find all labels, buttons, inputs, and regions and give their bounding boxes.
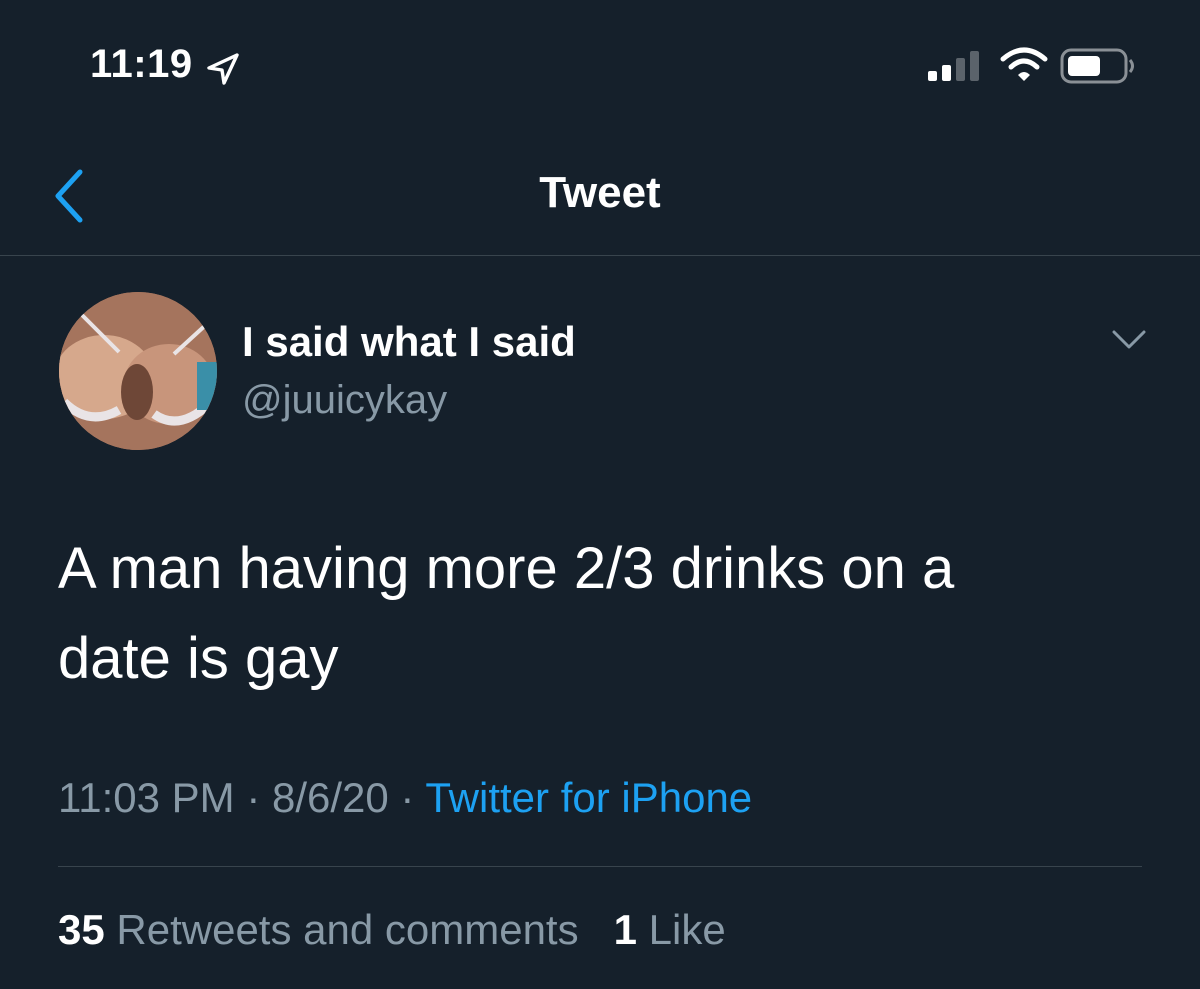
retweets-count: 35 — [58, 906, 105, 953]
more-options-button[interactable] — [1108, 320, 1150, 360]
tweet-stats: 35 Retweets and comments 1 Like — [58, 906, 726, 954]
meta-separator: · — [388, 774, 426, 821]
page-title: Tweet — [539, 168, 661, 217]
display-name[interactable]: I said what I said — [242, 318, 576, 366]
cellular-signal-icon — [928, 50, 982, 82]
tweet-date: 8/6/20 — [271, 774, 389, 821]
avatar[interactable] — [59, 292, 217, 450]
likes-count: 1 — [613, 906, 637, 953]
tweet-text-line: date is gay — [58, 626, 339, 691]
nav-bar: Tweet — [0, 130, 1200, 256]
retweets-label: Retweets and comments — [116, 906, 579, 953]
retweets-stat[interactable]: 35 Retweets and comments — [58, 906, 579, 953]
battery-icon — [1060, 47, 1136, 85]
tweet-time: 11:03 PM — [58, 774, 235, 821]
tweet-text: A man having more 2/3 drinks on a date i… — [58, 524, 1138, 704]
location-arrow-icon — [203, 52, 243, 86]
divider — [58, 866, 1142, 867]
tweet-text-line: A man having more 2/3 drinks on a — [58, 536, 955, 601]
wifi-icon — [1000, 46, 1048, 84]
tweet-detail: I said what I said @juuicykay A man havi… — [0, 256, 1200, 989]
chevron-down-icon — [1112, 330, 1146, 349]
likes-label: Like — [648, 906, 726, 953]
status-time: 11:19 — [90, 42, 193, 86]
tweet-meta: 11:03 PM · 8/6/20 · Twitter for iPhone — [58, 774, 752, 822]
tweet-source-link[interactable]: Twitter for iPhone — [425, 774, 752, 821]
user-handle[interactable]: @juuicykay — [242, 378, 447, 423]
status-bar: 11:19 — [0, 0, 1200, 130]
likes-stat[interactable]: 1 Like — [614, 906, 726, 953]
meta-separator: · — [234, 774, 272, 821]
